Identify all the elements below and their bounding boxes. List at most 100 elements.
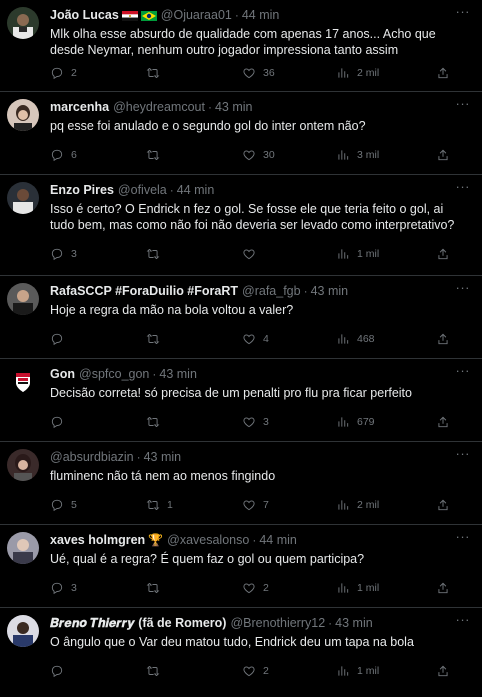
author-handle[interactable]: @spfco_gon bbox=[79, 367, 149, 382]
retweet-button[interactable]: 1 bbox=[146, 496, 173, 514]
author-name[interactable]: RafaSCCP #ForaDuilio #ForaRT bbox=[50, 284, 238, 299]
retweet-button[interactable] bbox=[146, 245, 167, 263]
reply-button[interactable]: 2 bbox=[50, 64, 77, 82]
tweet-time[interactable]: 43 min bbox=[144, 450, 182, 465]
views-button[interactable]: 1 mil bbox=[336, 245, 379, 263]
tweet-time[interactable]: 43 min bbox=[159, 367, 197, 382]
author-handle[interactable]: @rafa_fgb bbox=[242, 284, 301, 299]
tweet-time[interactable]: 43 min bbox=[335, 616, 373, 631]
retweet-button[interactable] bbox=[146, 146, 167, 164]
author-name[interactable]: 𝑩𝒓𝒆𝒏𝒐 𝑻𝒉𝒊𝒆𝒓𝒓𝒚 (fã de Romero) bbox=[50, 616, 226, 631]
share-button[interactable] bbox=[436, 245, 450, 263]
views-button[interactable]: 468 bbox=[336, 330, 375, 348]
share-icon bbox=[438, 665, 448, 677]
view-count: 2 mil bbox=[357, 67, 380, 79]
more-options-icon[interactable]: ··· bbox=[456, 364, 471, 377]
tweet[interactable]: Gon @spfco_gon · 43 min ··· Decisão corr… bbox=[0, 359, 482, 442]
tweet-actions: 2 1 mil bbox=[50, 662, 470, 682]
like-button[interactable]: 2 bbox=[242, 662, 269, 680]
tweet[interactable]: 𝑩𝒓𝒆𝒏𝒐 𝑻𝒉𝒊𝒆𝒓𝒓𝒚 (fã de Romero) @Brenothier… bbox=[0, 608, 482, 694]
reply-button[interactable] bbox=[50, 662, 71, 680]
author-handle[interactable]: @xavesalonso bbox=[167, 533, 249, 548]
views-button[interactable]: 2 mil bbox=[336, 64, 379, 82]
share-button[interactable] bbox=[436, 662, 450, 680]
reply-button[interactable] bbox=[50, 413, 71, 431]
avatar[interactable] bbox=[7, 366, 39, 398]
views-button[interactable]: 1 mil bbox=[336, 662, 379, 680]
share-button[interactable] bbox=[436, 413, 450, 431]
share-button[interactable] bbox=[436, 330, 450, 348]
share-button[interactable] bbox=[436, 146, 450, 164]
author-handle[interactable]: @ofivela bbox=[118, 183, 167, 198]
tweet[interactable]: RafaSCCP #ForaDuilio #ForaRT @rafa_fgb ·… bbox=[0, 276, 482, 359]
author-name[interactable]: Gon bbox=[50, 367, 75, 382]
more-options-icon[interactable]: ··· bbox=[456, 613, 471, 626]
views-button[interactable]: 679 bbox=[336, 413, 375, 431]
more-options-icon[interactable]: ··· bbox=[456, 97, 471, 110]
author-handle[interactable]: @heydreamcout bbox=[113, 100, 205, 115]
reply-button[interactable]: 6 bbox=[50, 146, 77, 164]
author-handle[interactable]: @Ojuaraa01 bbox=[161, 8, 232, 23]
like-count: 30 bbox=[263, 149, 275, 161]
reply-button[interactable]: 5 bbox=[50, 496, 77, 514]
tweet-actions: 5 1 7 2 mil bbox=[50, 496, 470, 516]
tweet-time[interactable]: 44 min bbox=[259, 533, 297, 548]
reply-button[interactable] bbox=[50, 330, 71, 348]
tweet[interactable]: marcenha @heydreamcout · 43 min ··· pq e… bbox=[0, 92, 482, 175]
like-count: 4 bbox=[263, 333, 269, 345]
author-name[interactable]: marcenha bbox=[50, 100, 109, 115]
tweet-time[interactable]: 43 min bbox=[215, 100, 253, 115]
tweet[interactable]: @absurdbiazin · 43 min ··· fluminenc não… bbox=[0, 442, 482, 525]
avatar[interactable] bbox=[7, 7, 39, 39]
more-options-icon[interactable]: ··· bbox=[456, 5, 471, 18]
author-name[interactable]: xaves holmgren bbox=[50, 533, 145, 548]
author-name[interactable]: João Lucas bbox=[50, 8, 119, 23]
tweet-time[interactable]: 43 min bbox=[311, 284, 349, 299]
more-options-icon[interactable]: ··· bbox=[456, 281, 471, 294]
retweet-button[interactable] bbox=[146, 413, 167, 431]
avatar[interactable] bbox=[7, 615, 39, 647]
like-button[interactable]: 7 bbox=[242, 496, 269, 514]
tweet[interactable]: João Lucas @Ojuaraa01 · 44 min ··· Mlk o… bbox=[0, 0, 482, 92]
like-button[interactable]: 3 bbox=[242, 413, 269, 431]
like-button[interactable] bbox=[242, 245, 263, 263]
retweet-button[interactable] bbox=[146, 579, 167, 597]
like-button[interactable]: 30 bbox=[242, 146, 275, 164]
author-name[interactable]: Enzo Pires bbox=[50, 183, 114, 198]
more-options-icon[interactable]: ··· bbox=[456, 530, 471, 543]
more-options-icon[interactable]: ··· bbox=[456, 180, 471, 193]
more-options-icon[interactable]: ··· bbox=[456, 447, 471, 460]
views-button[interactable]: 2 mil bbox=[336, 496, 379, 514]
tweet-time[interactable]: 44 min bbox=[242, 8, 280, 23]
retweet-icon bbox=[146, 417, 160, 427]
tweet[interactable]: xaves holmgren 🏆 @xavesalonso · 44 min ·… bbox=[0, 525, 482, 608]
tweet-time[interactable]: 44 min bbox=[177, 183, 215, 198]
retweet-button[interactable] bbox=[146, 662, 167, 680]
separator-dot: · bbox=[152, 367, 157, 381]
avatar[interactable] bbox=[7, 182, 39, 214]
retweet-icon bbox=[146, 68, 160, 78]
author-handle[interactable]: @Brenothierry12 bbox=[230, 616, 325, 631]
views-button[interactable]: 3 mil bbox=[336, 146, 379, 164]
reply-button[interactable]: 3 bbox=[50, 245, 77, 263]
share-button[interactable] bbox=[436, 579, 450, 597]
share-icon bbox=[438, 149, 448, 161]
reply-button[interactable]: 3 bbox=[50, 579, 77, 597]
retweet-button[interactable] bbox=[146, 330, 167, 348]
avatar[interactable] bbox=[7, 283, 39, 315]
like-button[interactable]: 2 bbox=[242, 579, 269, 597]
retweet-button[interactable] bbox=[146, 64, 167, 82]
views-button[interactable]: 1 mil bbox=[336, 579, 379, 597]
avatar[interactable] bbox=[7, 99, 39, 131]
avatar[interactable] bbox=[7, 532, 39, 564]
like-button[interactable]: 4 bbox=[242, 330, 269, 348]
share-button[interactable] bbox=[436, 496, 450, 514]
share-button[interactable] bbox=[436, 64, 450, 82]
share-icon bbox=[438, 248, 448, 260]
views-icon bbox=[338, 249, 349, 259]
tweet-actions: 2 36 2 mil bbox=[50, 64, 470, 84]
avatar[interactable] bbox=[7, 449, 39, 481]
author-handle[interactable]: @absurdbiazin bbox=[50, 450, 134, 465]
like-button[interactable]: 36 bbox=[242, 64, 275, 82]
tweet[interactable]: Enzo Pires @ofivela · 44 min ··· Isso é … bbox=[0, 175, 482, 276]
